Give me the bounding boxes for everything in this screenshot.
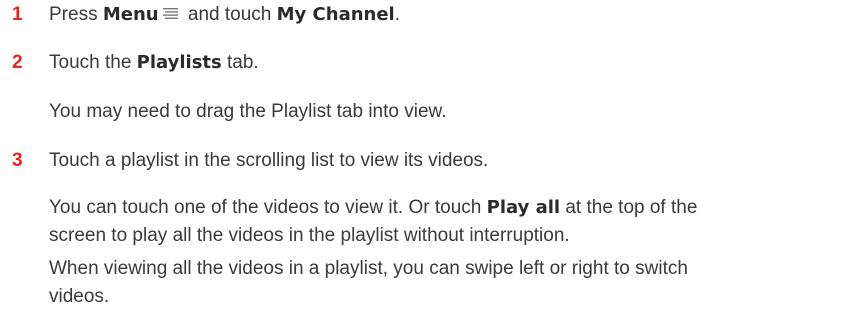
play-all-label: Play all [486,197,561,218]
note-text-line: When viewing all the videos in a playlis… [49,258,688,279]
step-number: 1 [12,4,23,25]
step-3-note-2: When viewing all the videos in a playlis… [49,255,849,311]
step-text-part: Touch the [49,52,137,73]
step-text-part: tab. [221,52,259,73]
menu-icon [162,8,178,19]
step-number: 2 [12,52,23,73]
step-text: Touch the Playlists tab. [49,49,849,77]
playlists-tab-label: Playlists [136,52,222,73]
note-text-part: at the top of the [560,197,698,218]
my-channel-label: My Channel [276,4,395,25]
note-text-line: videos. [49,286,110,307]
note-text-part: You can touch one of the videos to view … [49,197,487,218]
step-text: Touch a playlist in the scrolling list t… [49,150,489,171]
step-2-note: You may need to drag the Playlist tab in… [49,101,447,122]
menu-label: Menu [102,4,159,25]
step-text-part: and touch [182,4,277,25]
step-number: 3 [12,150,23,171]
step-3-note-1: You can touch one of the videos to view … [49,194,849,250]
step-text-end: . [394,4,401,25]
step-text: Press Menu and touch My Channel. [49,1,849,29]
note-text-line: screen to play all the videos in the pla… [49,225,570,246]
step-text-part: Press [49,4,103,25]
